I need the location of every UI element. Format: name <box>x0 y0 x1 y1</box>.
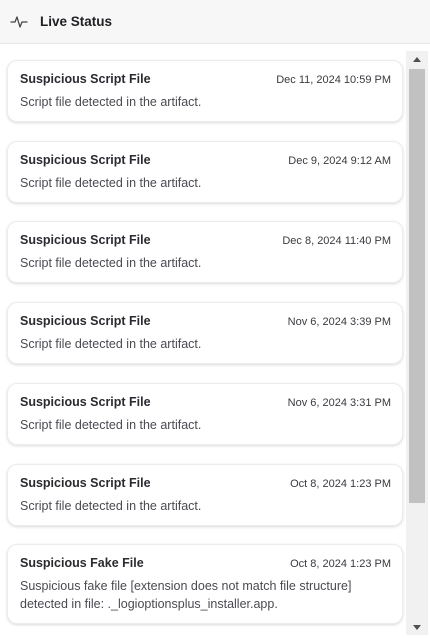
status-card[interactable]: Suspicious Script File Oct 8, 2024 1:23 … <box>7 464 403 527</box>
card-description: Script file detected in the artifact. <box>20 95 202 109</box>
live-status-panel: Live Status Suspicious Script File Dec 1… <box>0 0 430 638</box>
scrollbar-thumb[interactable] <box>409 69 425 503</box>
status-card[interactable]: Suspicious Script File Dec 8, 2024 11:40… <box>7 221 403 284</box>
card-timestamp: Nov 6, 2024 3:39 PM <box>287 316 391 328</box>
card-description: Script file detected in the artifact. <box>20 176 202 190</box>
status-card[interactable]: Suspicious Script File Nov 6, 2024 3:39 … <box>7 302 403 365</box>
card-description: Script file detected in the artifact. <box>20 418 202 432</box>
card-title: Suspicious Script File <box>20 233 151 247</box>
card-description: Suspicious fake file [extension does not… <box>20 579 352 612</box>
scroll-down-arrow-icon[interactable] <box>406 619 428 635</box>
scroll-up-arrow-icon[interactable] <box>406 51 428 67</box>
card-timestamp: Dec 9, 2024 9:12 AM <box>288 155 391 167</box>
card-title: Suspicious Script File <box>20 153 151 167</box>
card-title: Suspicious Script File <box>20 314 151 328</box>
card-timestamp: Dec 11, 2024 10:59 PM <box>276 74 391 86</box>
status-card[interactable]: Suspicious Script File Nov 6, 2024 3:31 … <box>7 383 403 446</box>
card-title: Suspicious Script File <box>20 476 151 490</box>
card-title: Suspicious Script File <box>20 395 151 409</box>
status-card[interactable]: Suspicious Fake File Oct 8, 2024 1:23 PM… <box>7 544 403 625</box>
card-title: Suspicious Fake File <box>20 556 144 570</box>
vertical-scrollbar[interactable] <box>406 51 428 635</box>
card-timestamp: Nov 6, 2024 3:31 PM <box>287 397 391 409</box>
card-timestamp: Oct 8, 2024 1:23 PM <box>290 558 391 570</box>
card-title: Suspicious Script File <box>20 72 151 86</box>
status-list[interactable]: Suspicious Script File Dec 11, 2024 10:5… <box>0 44 406 638</box>
card-description: Script file detected in the artifact. <box>20 337 202 351</box>
card-description: Script file detected in the artifact. <box>20 256 202 270</box>
card-timestamp: Dec 8, 2024 11:40 PM <box>282 235 391 247</box>
activity-pulse-icon <box>9 12 29 32</box>
card-timestamp: Oct 8, 2024 1:23 PM <box>290 478 391 490</box>
card-description: Script file detected in the artifact. <box>20 499 202 513</box>
panel-header: Live Status <box>0 0 430 44</box>
status-card[interactable]: Suspicious Script File Dec 11, 2024 10:5… <box>7 60 403 123</box>
panel-title: Live Status <box>40 14 113 29</box>
status-card[interactable]: Suspicious Script File Dec 9, 2024 9:12 … <box>7 141 403 204</box>
